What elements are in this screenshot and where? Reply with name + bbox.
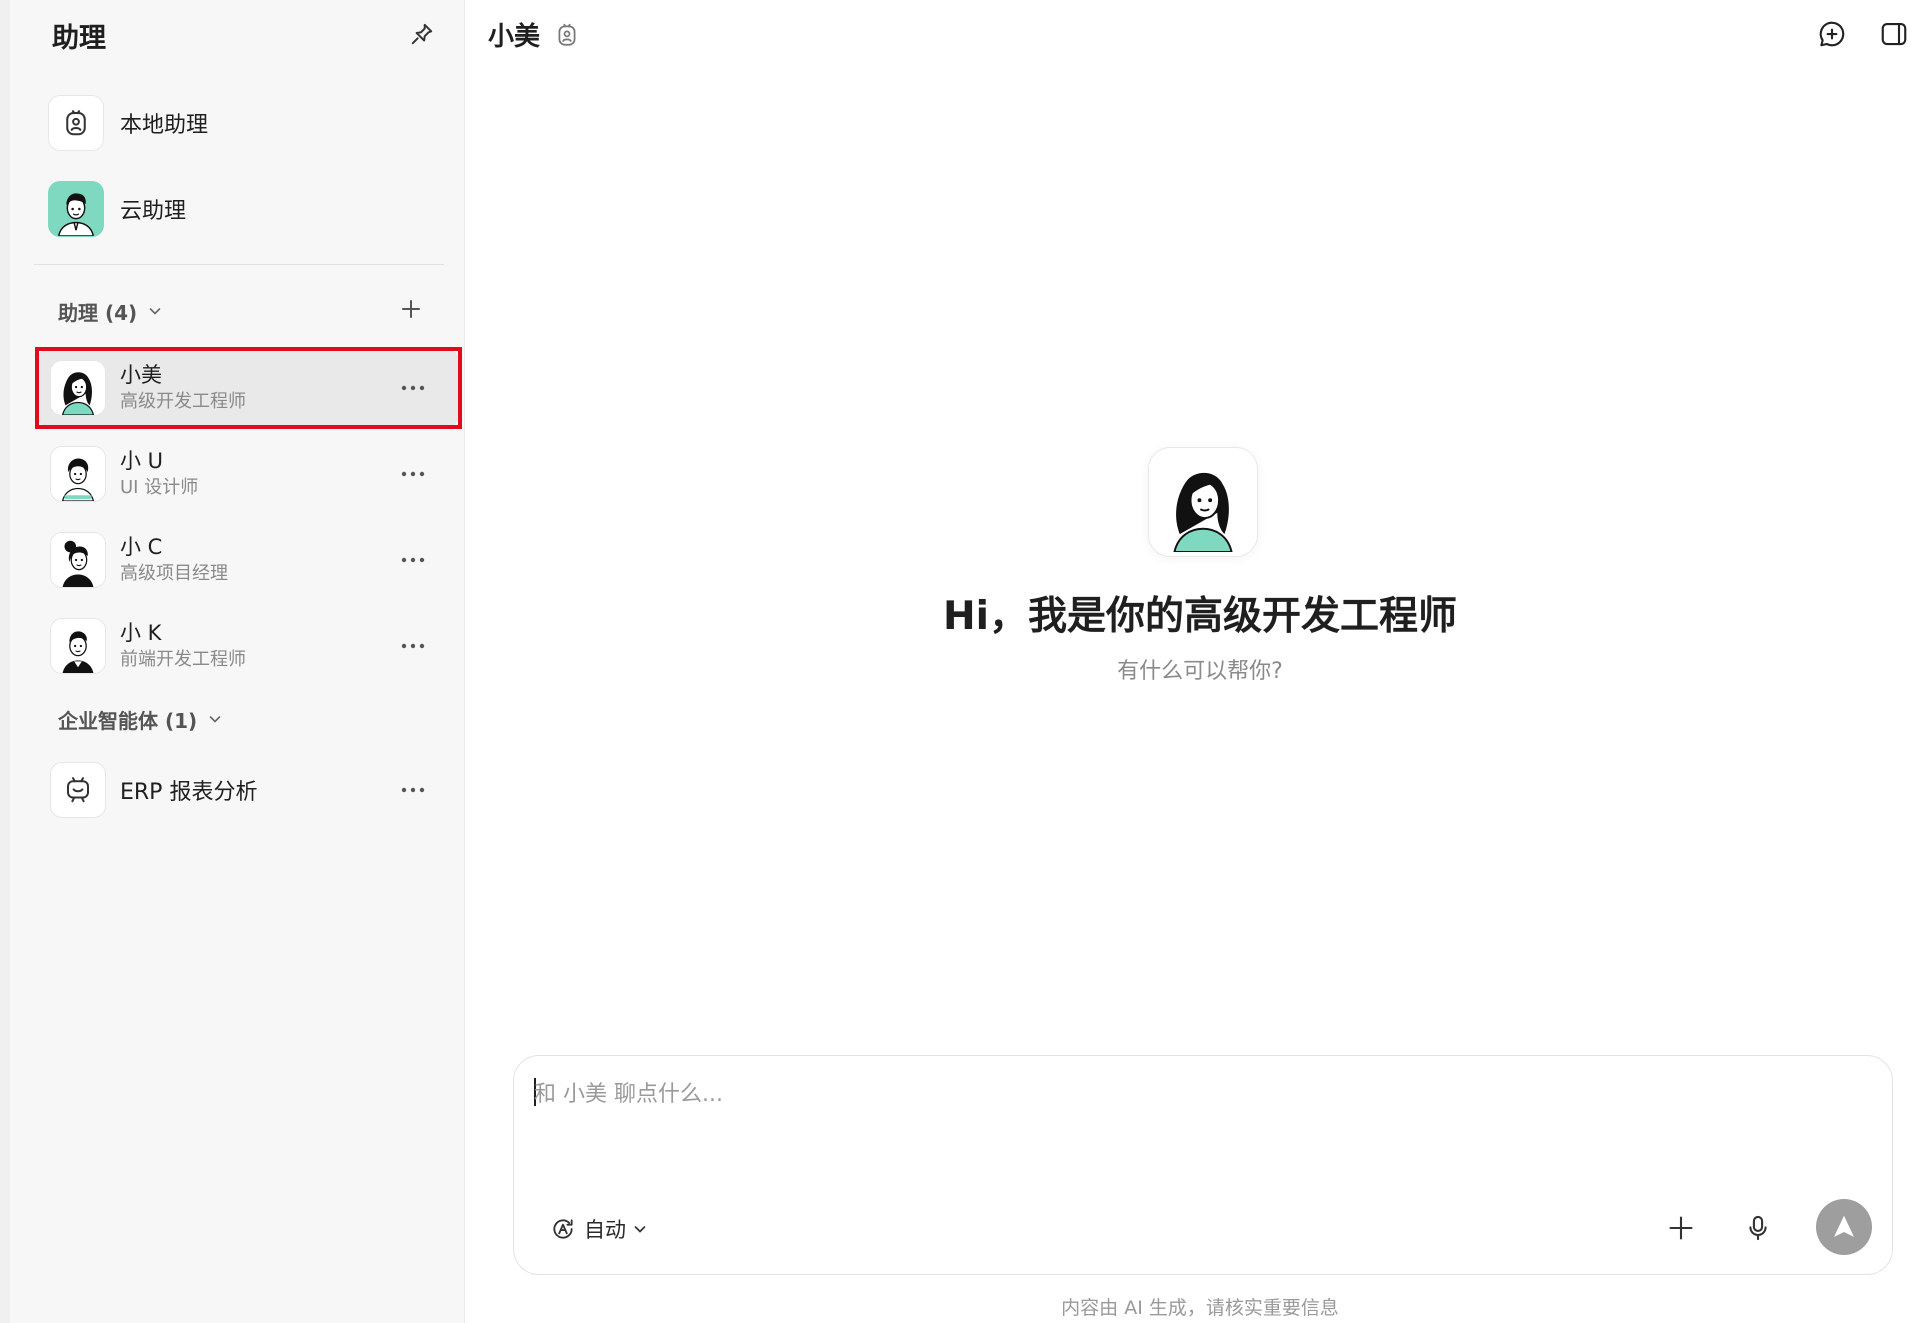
auto-mode-icon — [553, 1219, 573, 1239]
bot-chat-icon — [67, 777, 89, 803]
group-label: 助理 (4) — [58, 300, 138, 325]
assistant-desc: 高级项目经理 — [120, 563, 228, 584]
sidebar-panel-icon — [1881, 22, 1907, 46]
agent-icon-box — [50, 762, 106, 818]
assistant-row-xiaou[interactable]: 小 U UI 设计师 — [38, 435, 458, 513]
new-chat-icon — [1819, 21, 1845, 47]
avatar-man-dark-icon — [51, 619, 105, 673]
sidebar-edge — [0, 0, 10, 1323]
assistant-name: 小 C — [120, 535, 163, 559]
voice-input-button[interactable] — [1736, 1206, 1780, 1250]
sidebar-item-label: 云助理 — [120, 199, 187, 224]
ellipsis-icon — [401, 787, 425, 793]
greeting-subtitle: 有什么可以帮你? — [1117, 659, 1283, 684]
more-options-button[interactable] — [398, 459, 428, 489]
more-options-button[interactable] — [398, 545, 428, 575]
more-options-button[interactable] — [398, 775, 428, 805]
greeting-heading: Hi，我是你的高级开发工程师 — [942, 594, 1457, 639]
avatar — [50, 446, 106, 502]
assistant-texts: 小 U UI 设计师 — [120, 447, 198, 501]
assistant-row-xiaomei[interactable]: 小美 高级开发工程师 — [38, 349, 458, 427]
app-window: 助理 本地助理 云助理 助理 (4) 小美 高级开发工程师 小 U UI 设计师… — [0, 0, 1920, 1323]
microphone-icon — [1749, 1215, 1767, 1241]
send-arrow-icon — [1834, 1215, 1854, 1237]
assistant-row-xiaoc[interactable]: 小 C 高级项目经理 — [38, 521, 458, 599]
assistant-desc: UI 设计师 — [120, 477, 199, 498]
assistant-row-xiaok[interactable]: 小 K 前端开发工程师 — [38, 607, 458, 685]
hero-avatar — [1148, 447, 1258, 557]
robot-badge-icon — [66, 110, 86, 136]
plus-icon — [1669, 1216, 1693, 1240]
avatar-woman-icon — [1153, 452, 1253, 552]
sidebar-header: 助理 — [52, 14, 442, 54]
sidebar: 助理 本地助理 云助理 助理 (4) 小美 高级开发工程师 小 U UI 设计师… — [0, 0, 465, 1323]
plus-icon — [402, 300, 420, 318]
message-composer[interactable]: 和 小美 聊点什么... 自动 — [513, 1055, 1893, 1275]
more-options-button[interactable] — [398, 373, 428, 403]
message-input[interactable]: 和 小美 聊点什么... — [534, 1076, 723, 1108]
ellipsis-icon — [401, 471, 425, 477]
chat-header: 小美 — [488, 16, 580, 53]
robot-badge-icon — [554, 21, 580, 49]
assistant-desc: 前端开发工程师 — [120, 649, 246, 670]
attach-button[interactable] — [1659, 1206, 1703, 1250]
assistant-texts: 小美 高级开发工程师 — [120, 361, 246, 415]
sidebar-divider — [34, 264, 444, 265]
chevron-down-icon — [632, 1221, 648, 1237]
cloud-assistant-avatar — [48, 181, 104, 237]
group-toggle-enterprise[interactable]: 企业智能体 (1) — [58, 702, 223, 736]
more-options-button[interactable] — [398, 631, 428, 661]
assistant-texts: 小 C 高级项目经理 — [120, 533, 228, 587]
avatar — [50, 360, 106, 416]
group-label: 企业智能体 (1) — [58, 708, 198, 733]
avatar-man-icon — [49, 182, 103, 236]
sidebar-item-label: 本地助理 — [120, 113, 209, 138]
ellipsis-icon — [401, 643, 425, 649]
ellipsis-icon — [401, 385, 425, 391]
chat-title: 小美 — [488, 22, 541, 52]
mode-selector[interactable]: 自动 — [550, 1214, 648, 1244]
ai-disclaimer: 内容由 AI 生成，请核实重要信息 — [1061, 1297, 1339, 1319]
mode-label: 自动 — [584, 1218, 626, 1242]
add-assistant-button[interactable] — [396, 294, 426, 324]
avatar-man-curly-icon — [51, 447, 105, 501]
sidebar-item-cloud-assistant[interactable]: 云助理 — [48, 174, 418, 244]
assistant-name: 小 K — [120, 621, 162, 645]
chevron-down-icon — [147, 303, 163, 319]
header-actions — [1814, 16, 1912, 52]
pin-button[interactable] — [402, 14, 442, 54]
avatar-woman-bun-icon — [51, 533, 105, 587]
chevron-down-icon — [207, 711, 223, 727]
assistant-name: 小美 — [120, 363, 162, 387]
avatar — [50, 618, 106, 674]
toggle-panel-button[interactable] — [1876, 16, 1912, 52]
enterprise-agent-erp[interactable]: ERP 报表分析 — [38, 751, 458, 829]
assistant-desc: 高级开发工程师 — [120, 391, 246, 412]
pin-icon — [411, 23, 433, 45]
local-assistant-icon-box — [48, 95, 104, 151]
assistant-name: 小 U — [120, 449, 164, 473]
sidebar-title: 助理 — [52, 23, 106, 54]
ellipsis-icon — [401, 557, 425, 563]
avatar — [50, 532, 106, 588]
assistant-texts: 小 K 前端开发工程师 — [120, 619, 246, 673]
agent-name: ERP 报表分析 — [120, 780, 258, 805]
new-chat-button[interactable] — [1814, 16, 1850, 52]
sidebar-item-local-assistant[interactable]: 本地助理 — [48, 88, 418, 158]
group-toggle-assistants[interactable]: 助理 (4) — [58, 294, 163, 328]
avatar-woman-icon — [51, 361, 105, 415]
send-button[interactable] — [1816, 1199, 1872, 1255]
